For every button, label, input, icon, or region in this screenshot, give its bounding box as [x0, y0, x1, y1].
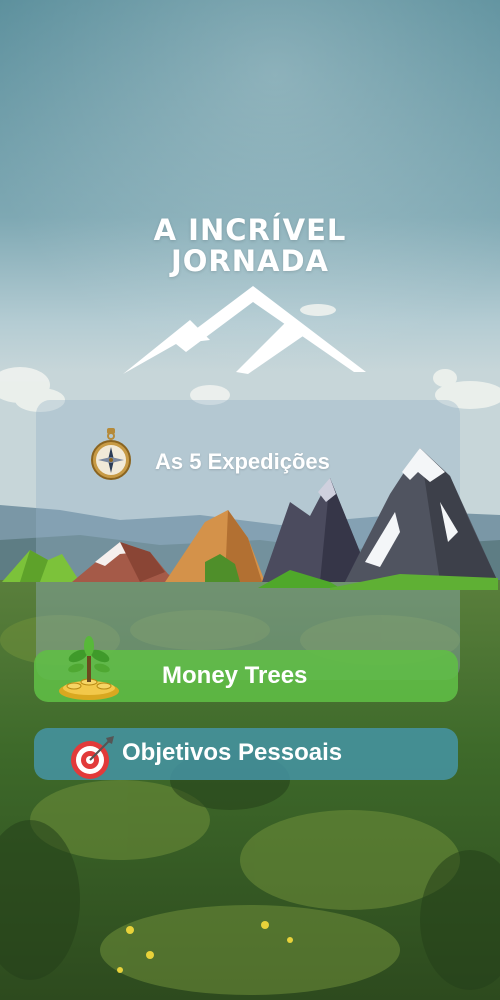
personal-goals-label: Objetivos Pessoais: [122, 739, 343, 766]
title-line-1: A INCRÍVEL: [153, 213, 347, 247]
money-trees-label: Money Trees: [162, 662, 308, 689]
money-tree-icon: [59, 636, 119, 700]
target-icon: [71, 736, 114, 779]
page-title: A INCRÍVEL JORNADA: [0, 215, 500, 277]
title-line-2: JORNADA: [170, 244, 329, 278]
mountain-logo-icon: [123, 286, 366, 374]
mountain-range-illustration: [2, 448, 498, 590]
